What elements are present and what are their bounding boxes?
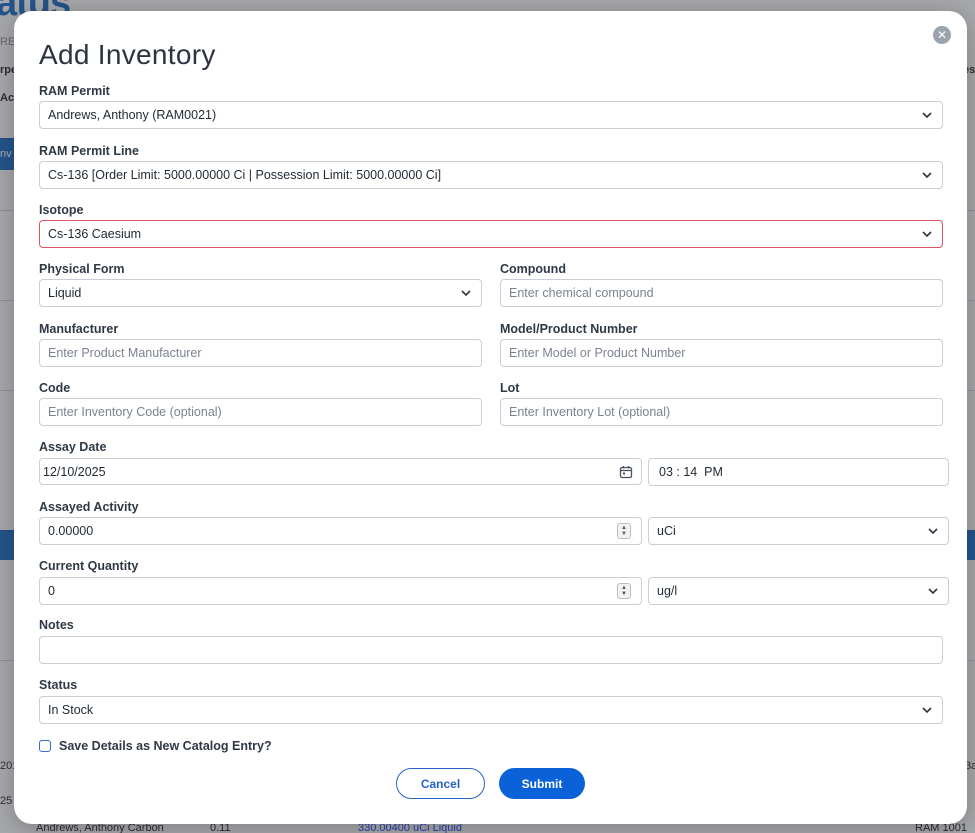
chevron-down-icon: [922, 170, 932, 180]
save-catalog-row: Save Details as New Catalog Entry?: [39, 739, 272, 753]
lot-placeholder: Enter Inventory Lot (optional): [509, 405, 671, 419]
assay-time-input[interactable]: 03 : 14 PM: [648, 458, 949, 486]
status-label: Status: [39, 678, 78, 692]
compound-label: Compound: [500, 262, 566, 276]
chevron-down-icon: [928, 526, 938, 536]
notes-input[interactable]: [39, 636, 943, 664]
lot-input[interactable]: Enter Inventory Lot (optional): [500, 398, 943, 426]
manufacturer-placeholder: Enter Product Manufacturer: [48, 346, 202, 360]
isotope-select[interactable]: Cs-136 Caesium: [39, 220, 943, 248]
ram-permit-line-select[interactable]: Cs-136 [Order Limit: 5000.00000 Ci | Pos…: [39, 161, 943, 189]
assayed-activity-value: 0.00000: [48, 524, 94, 538]
ram-permit-label: RAM Permit: [39, 84, 110, 98]
notes-label: Notes: [39, 618, 74, 632]
current-quantity-value: 0: [48, 584, 55, 598]
manufacturer-input[interactable]: Enter Product Manufacturer: [39, 339, 482, 367]
quantity-unit-select[interactable]: ug/l: [648, 577, 949, 605]
quantity-unit-value: ug/l: [657, 584, 678, 598]
physical-form-value: Liquid: [48, 286, 82, 300]
number-stepper-icon[interactable]: ▲ ▼: [617, 583, 631, 599]
close-icon: ✕: [936, 28, 948, 42]
number-stepper-icon[interactable]: ▲ ▼: [617, 523, 631, 539]
chevron-down-icon: [928, 586, 938, 596]
cancel-button[interactable]: Cancel: [396, 768, 485, 799]
assayed-activity-label: Assayed Activity: [39, 500, 139, 514]
model-number-input[interactable]: Enter Model or Product Number: [500, 339, 943, 367]
isotope-label: Isotope: [39, 203, 84, 217]
compound-input[interactable]: Enter chemical compound: [500, 279, 943, 307]
lot-label: Lot: [500, 381, 520, 395]
activity-unit-value: uCi: [657, 524, 676, 538]
manufacturer-label: Manufacturer: [39, 322, 119, 336]
chevron-down-icon: [461, 288, 471, 298]
code-label: Code: [39, 381, 71, 395]
ram-permit-line-value: Cs-136 [Order Limit: 5000.00000 Ci | Pos…: [48, 168, 442, 182]
assay-date-input[interactable]: 12/10/2025: [39, 458, 642, 485]
activity-unit-select[interactable]: uCi: [648, 517, 949, 545]
code-input[interactable]: Enter Inventory Code (optional): [39, 398, 482, 426]
assay-time-value: 03 : 14 PM: [659, 465, 723, 479]
modal-title: Add Inventory: [39, 39, 216, 70]
current-quantity-label: Current Quantity: [39, 559, 139, 573]
save-catalog-label[interactable]: Save Details as New Catalog Entry?: [59, 739, 272, 753]
assay-date-label: Assay Date: [39, 440, 107, 454]
assayed-activity-input[interactable]: 0.00000 ▲ ▼: [39, 517, 642, 545]
close-button[interactable]: ✕: [933, 26, 951, 44]
chevron-down-icon: [922, 229, 932, 239]
physical-form-select[interactable]: Liquid: [39, 279, 482, 307]
submit-button[interactable]: Submit: [499, 768, 585, 799]
save-catalog-checkbox[interactable]: [39, 740, 51, 752]
model-number-label: Model/Product Number: [500, 322, 638, 336]
status-select[interactable]: In Stock: [39, 696, 943, 724]
ram-permit-value: Andrews, Anthony (RAM0021): [48, 108, 217, 122]
status-value: In Stock: [48, 703, 94, 717]
chevron-down-icon: [922, 705, 932, 715]
add-inventory-modal: ✕ Add Inventory RAM Permit Andrews, Anth…: [14, 11, 967, 824]
code-placeholder: Enter Inventory Code (optional): [48, 405, 222, 419]
ram-permit-line-label: RAM Permit Line: [39, 144, 140, 158]
physical-form-label: Physical Form: [39, 262, 125, 276]
current-quantity-input[interactable]: 0 ▲ ▼: [39, 577, 642, 605]
isotope-value: Cs-136 Caesium: [48, 227, 142, 241]
chevron-down-icon: [922, 110, 932, 120]
compound-placeholder: Enter chemical compound: [509, 286, 654, 300]
ram-permit-select[interactable]: Andrews, Anthony (RAM0021): [39, 101, 943, 129]
calendar-icon[interactable]: [619, 465, 633, 479]
assay-date-value: 12/10/2025: [43, 464, 106, 479]
model-number-placeholder: Enter Model or Product Number: [509, 346, 686, 360]
